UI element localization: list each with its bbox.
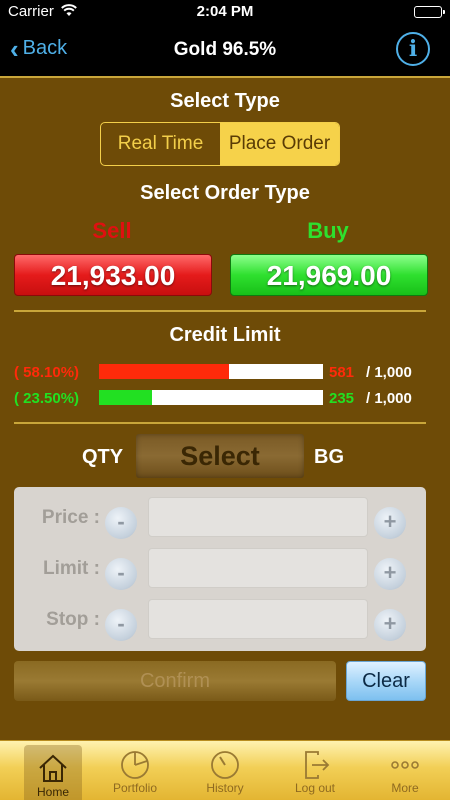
back-label: Back (22, 37, 68, 59)
confirm-button[interactable]: Confirm (14, 661, 336, 701)
tab-history[interactable]: History (180, 741, 270, 800)
divider (14, 422, 426, 424)
credit-total: / 1,000 (366, 364, 412, 381)
home-icon (39, 754, 67, 782)
limit-label: Limit : (43, 558, 100, 579)
divider (14, 310, 426, 312)
segment-real-time[interactable]: Real Time (101, 123, 220, 165)
order-type-heading: Select Order Type (140, 182, 310, 204)
credit-percent: ( 58.10%) (14, 364, 80, 381)
clear-button[interactable]: Clear (346, 661, 426, 701)
limit-row: Limit : - + (14, 546, 426, 590)
nav-bar: ‹ Back Gold 96.5% i (0, 24, 450, 76)
page-title: Gold 96.5% (173, 39, 277, 60)
buy-label: Buy (307, 218, 349, 243)
buy-price-button[interactable]: 21,969.00 (230, 254, 428, 296)
qty-unit-label: BG (314, 446, 344, 468)
tab-label: Log out (294, 781, 336, 795)
status-bar: Carrier 2:04 PM (0, 0, 450, 24)
type-segmented-control: Real Time Place Order (100, 122, 340, 166)
stop-label: Stop : (46, 609, 100, 630)
stop-input[interactable] (148, 599, 368, 639)
tab-more[interactable]: More (360, 741, 450, 800)
price-row: Price : - + (14, 495, 426, 539)
limit-increment-button[interactable]: + (374, 558, 406, 590)
pie-chart-icon (121, 751, 149, 779)
segment-place-order[interactable]: Place Order (220, 123, 339, 165)
chevron-left-icon: ‹ (10, 33, 19, 64)
credit-used: 581 (329, 364, 355, 381)
credit-progress-fill (99, 364, 230, 379)
sell-price-button[interactable]: 21,933.00 (14, 254, 212, 296)
price-input[interactable] (148, 497, 368, 537)
stop-increment-button[interactable]: + (374, 609, 406, 641)
tab-bar: Home Portfolio History Log out More (0, 740, 450, 800)
price-label: Price : (41, 507, 100, 528)
qty-select-button[interactable]: Select (136, 434, 304, 478)
credit-percent: ( 23.50%) (14, 390, 80, 407)
more-icon (391, 761, 419, 769)
order-fields-panel: Price : - + Limit : - + Stop : - + (14, 487, 426, 651)
tab-label: Portfolio (112, 781, 158, 795)
info-icon[interactable]: i (396, 32, 430, 66)
credit-progress-bar (99, 390, 323, 405)
price-increment-button[interactable]: + (374, 507, 406, 539)
tab-logout[interactable]: Log out (270, 741, 360, 800)
qty-label: QTY (82, 446, 124, 468)
credit-used: 235 (329, 390, 355, 407)
credit-row-sell: ( 58.10%) 581 / 1,000 (0, 362, 450, 382)
battery-icon (414, 6, 445, 18)
credit-row-buy: ( 23.50%) 235 / 1,000 (0, 388, 450, 408)
stop-row: Stop : - + (14, 597, 426, 641)
stop-decrement-button[interactable]: - (105, 609, 137, 641)
credit-total: / 1,000 (366, 390, 412, 407)
credit-progress-bar (99, 364, 323, 379)
credit-limit-heading: Credit Limit (169, 324, 281, 346)
tab-label: History (206, 781, 244, 795)
limit-input[interactable] (148, 548, 368, 588)
tab-portfolio[interactable]: Portfolio (90, 741, 180, 800)
credit-progress-fill (99, 390, 152, 405)
back-button[interactable]: ‹ Back (10, 33, 68, 64)
clock-icon (211, 751, 239, 779)
sell-label: Sell (92, 218, 132, 243)
tab-label: More (391, 781, 419, 795)
select-type-heading: Select Type (170, 90, 280, 112)
clock-time: 2:04 PM (196, 3, 254, 20)
tab-label: Home (36, 785, 69, 799)
limit-decrement-button[interactable]: - (105, 558, 137, 590)
main-content: Select Type Real Time Place Order Select… (0, 78, 450, 740)
logout-icon (305, 751, 330, 779)
price-decrement-button[interactable]: - (105, 507, 137, 539)
tab-home[interactable]: Home (0, 741, 90, 800)
